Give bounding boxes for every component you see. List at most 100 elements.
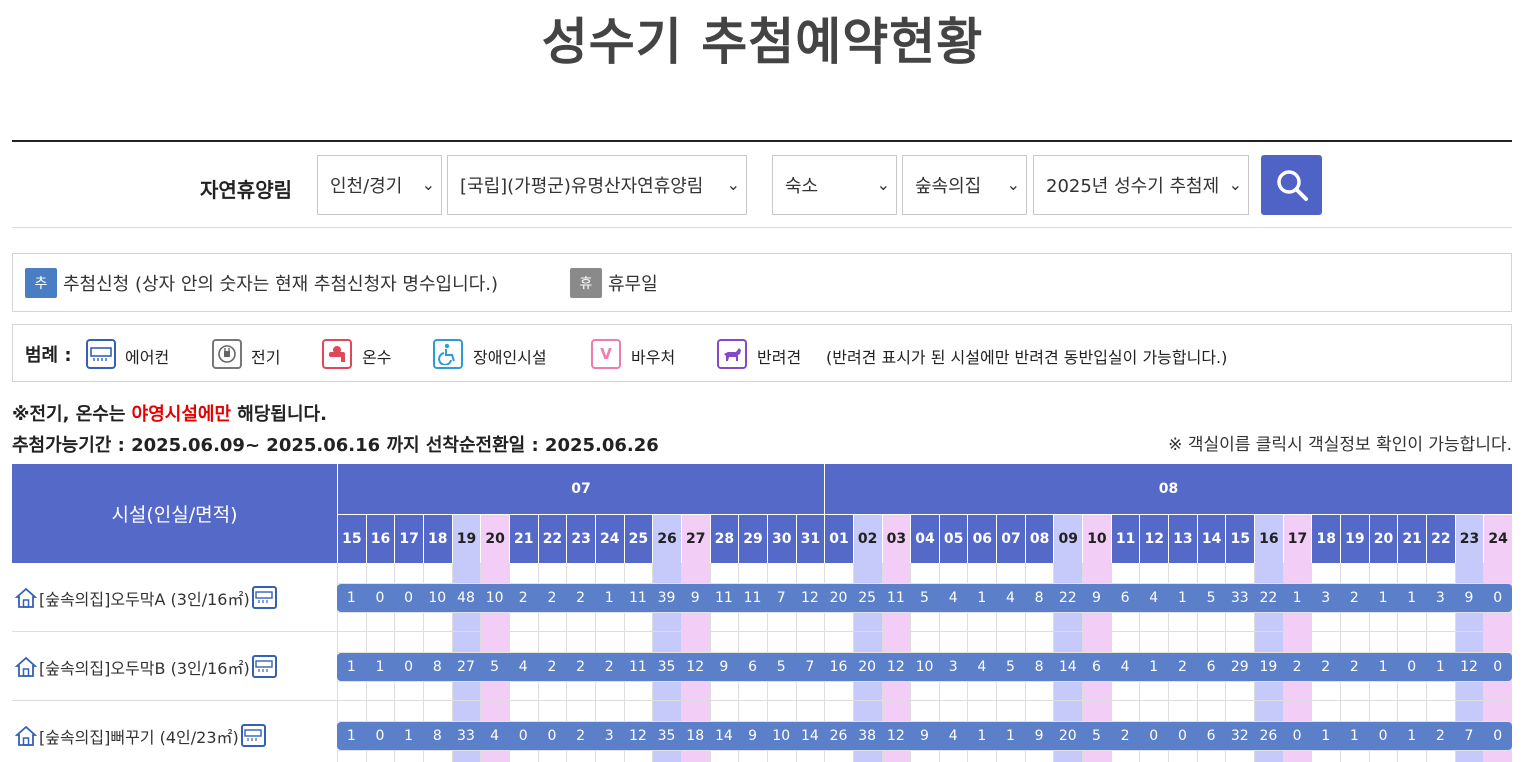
applicant-count[interactable]: 27 — [452, 653, 481, 681]
applicant-count[interactable]: 10 — [767, 722, 796, 750]
applicant-count[interactable]: 1 — [1397, 722, 1426, 750]
applicant-count[interactable]: 1 — [1139, 653, 1168, 681]
applicant-count[interactable]: 18 — [681, 722, 710, 750]
applicant-count[interactable]: 48 — [452, 584, 481, 612]
applicant-count[interactable]: 12 — [796, 584, 825, 612]
applicant-count[interactable]: 6 — [1197, 722, 1226, 750]
applicant-count[interactable]: 1 — [1283, 584, 1312, 612]
applicant-count[interactable]: 1 — [967, 584, 996, 612]
applicant-count[interactable]: 5 — [1082, 722, 1111, 750]
applicant-count[interactable]: 9 — [1025, 722, 1054, 750]
applicant-count[interactable]: 25 — [853, 584, 882, 612]
applicant-count[interactable]: 2 — [538, 584, 567, 612]
applicant-count[interactable]: 6 — [738, 653, 767, 681]
applicant-count[interactable]: 2 — [1111, 722, 1140, 750]
facility-name-cell[interactable]: [숲속의집]뻐꾸기 (4인/23㎡) — [12, 701, 337, 762]
category-select[interactable]: 숙소 ⌄ — [772, 155, 897, 215]
applicant-count[interactable]: 0 — [538, 722, 567, 750]
applicant-count[interactable]: 2 — [1340, 584, 1369, 612]
facility-name[interactable]: [숲속의집]오두막B (3인/16㎡) — [39, 655, 250, 679]
applicant-count[interactable]: 2 — [1426, 722, 1455, 750]
applicant-count[interactable]: 12 — [882, 722, 911, 750]
facility-name-cell[interactable]: [숲속의집]오두막A (3인/16㎡) — [12, 563, 337, 632]
applicant-count[interactable]: 10 — [480, 584, 509, 612]
applicant-count[interactable]: 4 — [480, 722, 509, 750]
applicant-count[interactable]: 2 — [1340, 653, 1369, 681]
applicant-count[interactable]: 0 — [366, 584, 395, 612]
applicant-count[interactable]: 4 — [939, 584, 968, 612]
applicant-count[interactable]: 22 — [1254, 584, 1283, 612]
applicant-count[interactable]: 4 — [939, 722, 968, 750]
applicant-count[interactable]: 29 — [1225, 653, 1254, 681]
applicant-count[interactable]: 0 — [1397, 653, 1426, 681]
applicant-count[interactable]: 2 — [595, 653, 624, 681]
search-button[interactable] — [1261, 155, 1322, 215]
facility-name[interactable]: [숲속의집]뻐꾸기 (4인/23㎡) — [39, 724, 239, 748]
applicant-count[interactable]: 16 — [824, 653, 853, 681]
applicant-count[interactable]: 7 — [1455, 722, 1484, 750]
applicant-count[interactable]: 1 — [1340, 722, 1369, 750]
applicant-count[interactable]: 32 — [1225, 722, 1254, 750]
applicant-count[interactable]: 0 — [1483, 722, 1512, 750]
applicant-count[interactable]: 14 — [1053, 653, 1082, 681]
applicant-count[interactable]: 10 — [910, 653, 939, 681]
applicant-count[interactable]: 8 — [423, 722, 452, 750]
applicant-count[interactable]: 1 — [366, 653, 395, 681]
applicant-count[interactable]: 2 — [566, 653, 595, 681]
applicant-count[interactable]: 11 — [710, 584, 739, 612]
applicant-count[interactable]: 26 — [824, 722, 853, 750]
applicant-count[interactable]: 0 — [1483, 653, 1512, 681]
period-select[interactable]: 2025년 성수기 추첨제 ⌄ — [1033, 155, 1249, 215]
applicant-count[interactable]: 5 — [996, 653, 1025, 681]
applicant-count[interactable]: 2 — [509, 584, 538, 612]
applicant-count[interactable]: 0 — [394, 653, 423, 681]
applicant-count[interactable]: 11 — [738, 584, 767, 612]
applicant-count[interactable]: 0 — [509, 722, 538, 750]
applicant-count[interactable]: 2 — [1311, 653, 1340, 681]
applicant-count[interactable]: 9 — [1082, 584, 1111, 612]
applicant-count[interactable]: 9 — [738, 722, 767, 750]
applicant-count[interactable]: 1 — [1311, 722, 1340, 750]
applicant-count[interactable]: 1 — [1369, 653, 1398, 681]
applicant-count[interactable]: 3 — [595, 722, 624, 750]
applicant-count[interactable]: 33 — [1225, 584, 1254, 612]
applicant-count[interactable]: 35 — [652, 653, 681, 681]
applicant-count[interactable]: 1 — [337, 584, 366, 612]
applicant-count[interactable]: 14 — [796, 722, 825, 750]
applicant-count[interactable]: 9 — [910, 722, 939, 750]
applicant-count[interactable]: 6 — [1082, 653, 1111, 681]
applicant-count[interactable]: 7 — [796, 653, 825, 681]
applicant-count[interactable]: 5 — [480, 653, 509, 681]
applicant-count[interactable]: 4 — [1111, 653, 1140, 681]
applicant-count[interactable]: 12 — [882, 653, 911, 681]
applicant-count[interactable]: 2 — [538, 653, 567, 681]
applicant-count[interactable]: 12 — [681, 653, 710, 681]
applicant-count[interactable]: 2 — [1168, 653, 1197, 681]
applicant-count[interactable]: 38 — [853, 722, 882, 750]
applicant-count[interactable]: 11 — [624, 584, 653, 612]
applicant-count[interactable]: 1 — [337, 653, 366, 681]
type-select[interactable]: 숲속의집 ⌄ — [902, 155, 1027, 215]
applicant-count[interactable]: 26 — [1254, 722, 1283, 750]
facility-name[interactable]: [숲속의집]오두막A (3인/16㎡) — [39, 586, 250, 610]
forest-select[interactable]: [국립](가평군)유명산자연휴양림 ⌄ — [447, 155, 747, 215]
applicant-count[interactable]: 1 — [1369, 584, 1398, 612]
applicant-count[interactable]: 14 — [710, 722, 739, 750]
applicant-count[interactable]: 1 — [1168, 584, 1197, 612]
region-select[interactable]: 인천/경기 ⌄ — [317, 155, 442, 215]
applicant-count[interactable]: 3 — [1426, 584, 1455, 612]
facility-name-cell[interactable]: [숲속의집]오두막B (3인/16㎡) — [12, 632, 337, 701]
applicant-count[interactable]: 8 — [1025, 584, 1054, 612]
applicant-count[interactable]: 6 — [1111, 584, 1140, 612]
applicant-count[interactable]: 5 — [1197, 584, 1226, 612]
applicant-count[interactable]: 1 — [1426, 653, 1455, 681]
applicant-count[interactable]: 9 — [681, 584, 710, 612]
applicant-count[interactable]: 1 — [394, 722, 423, 750]
applicant-count[interactable]: 35 — [652, 722, 681, 750]
applicant-count[interactable]: 2 — [566, 584, 595, 612]
applicant-count[interactable]: 0 — [394, 584, 423, 612]
applicant-count[interactable]: 1 — [1397, 584, 1426, 612]
applicant-count[interactable]: 20 — [1053, 722, 1082, 750]
applicant-count[interactable]: 0 — [1168, 722, 1197, 750]
applicant-count[interactable]: 4 — [967, 653, 996, 681]
